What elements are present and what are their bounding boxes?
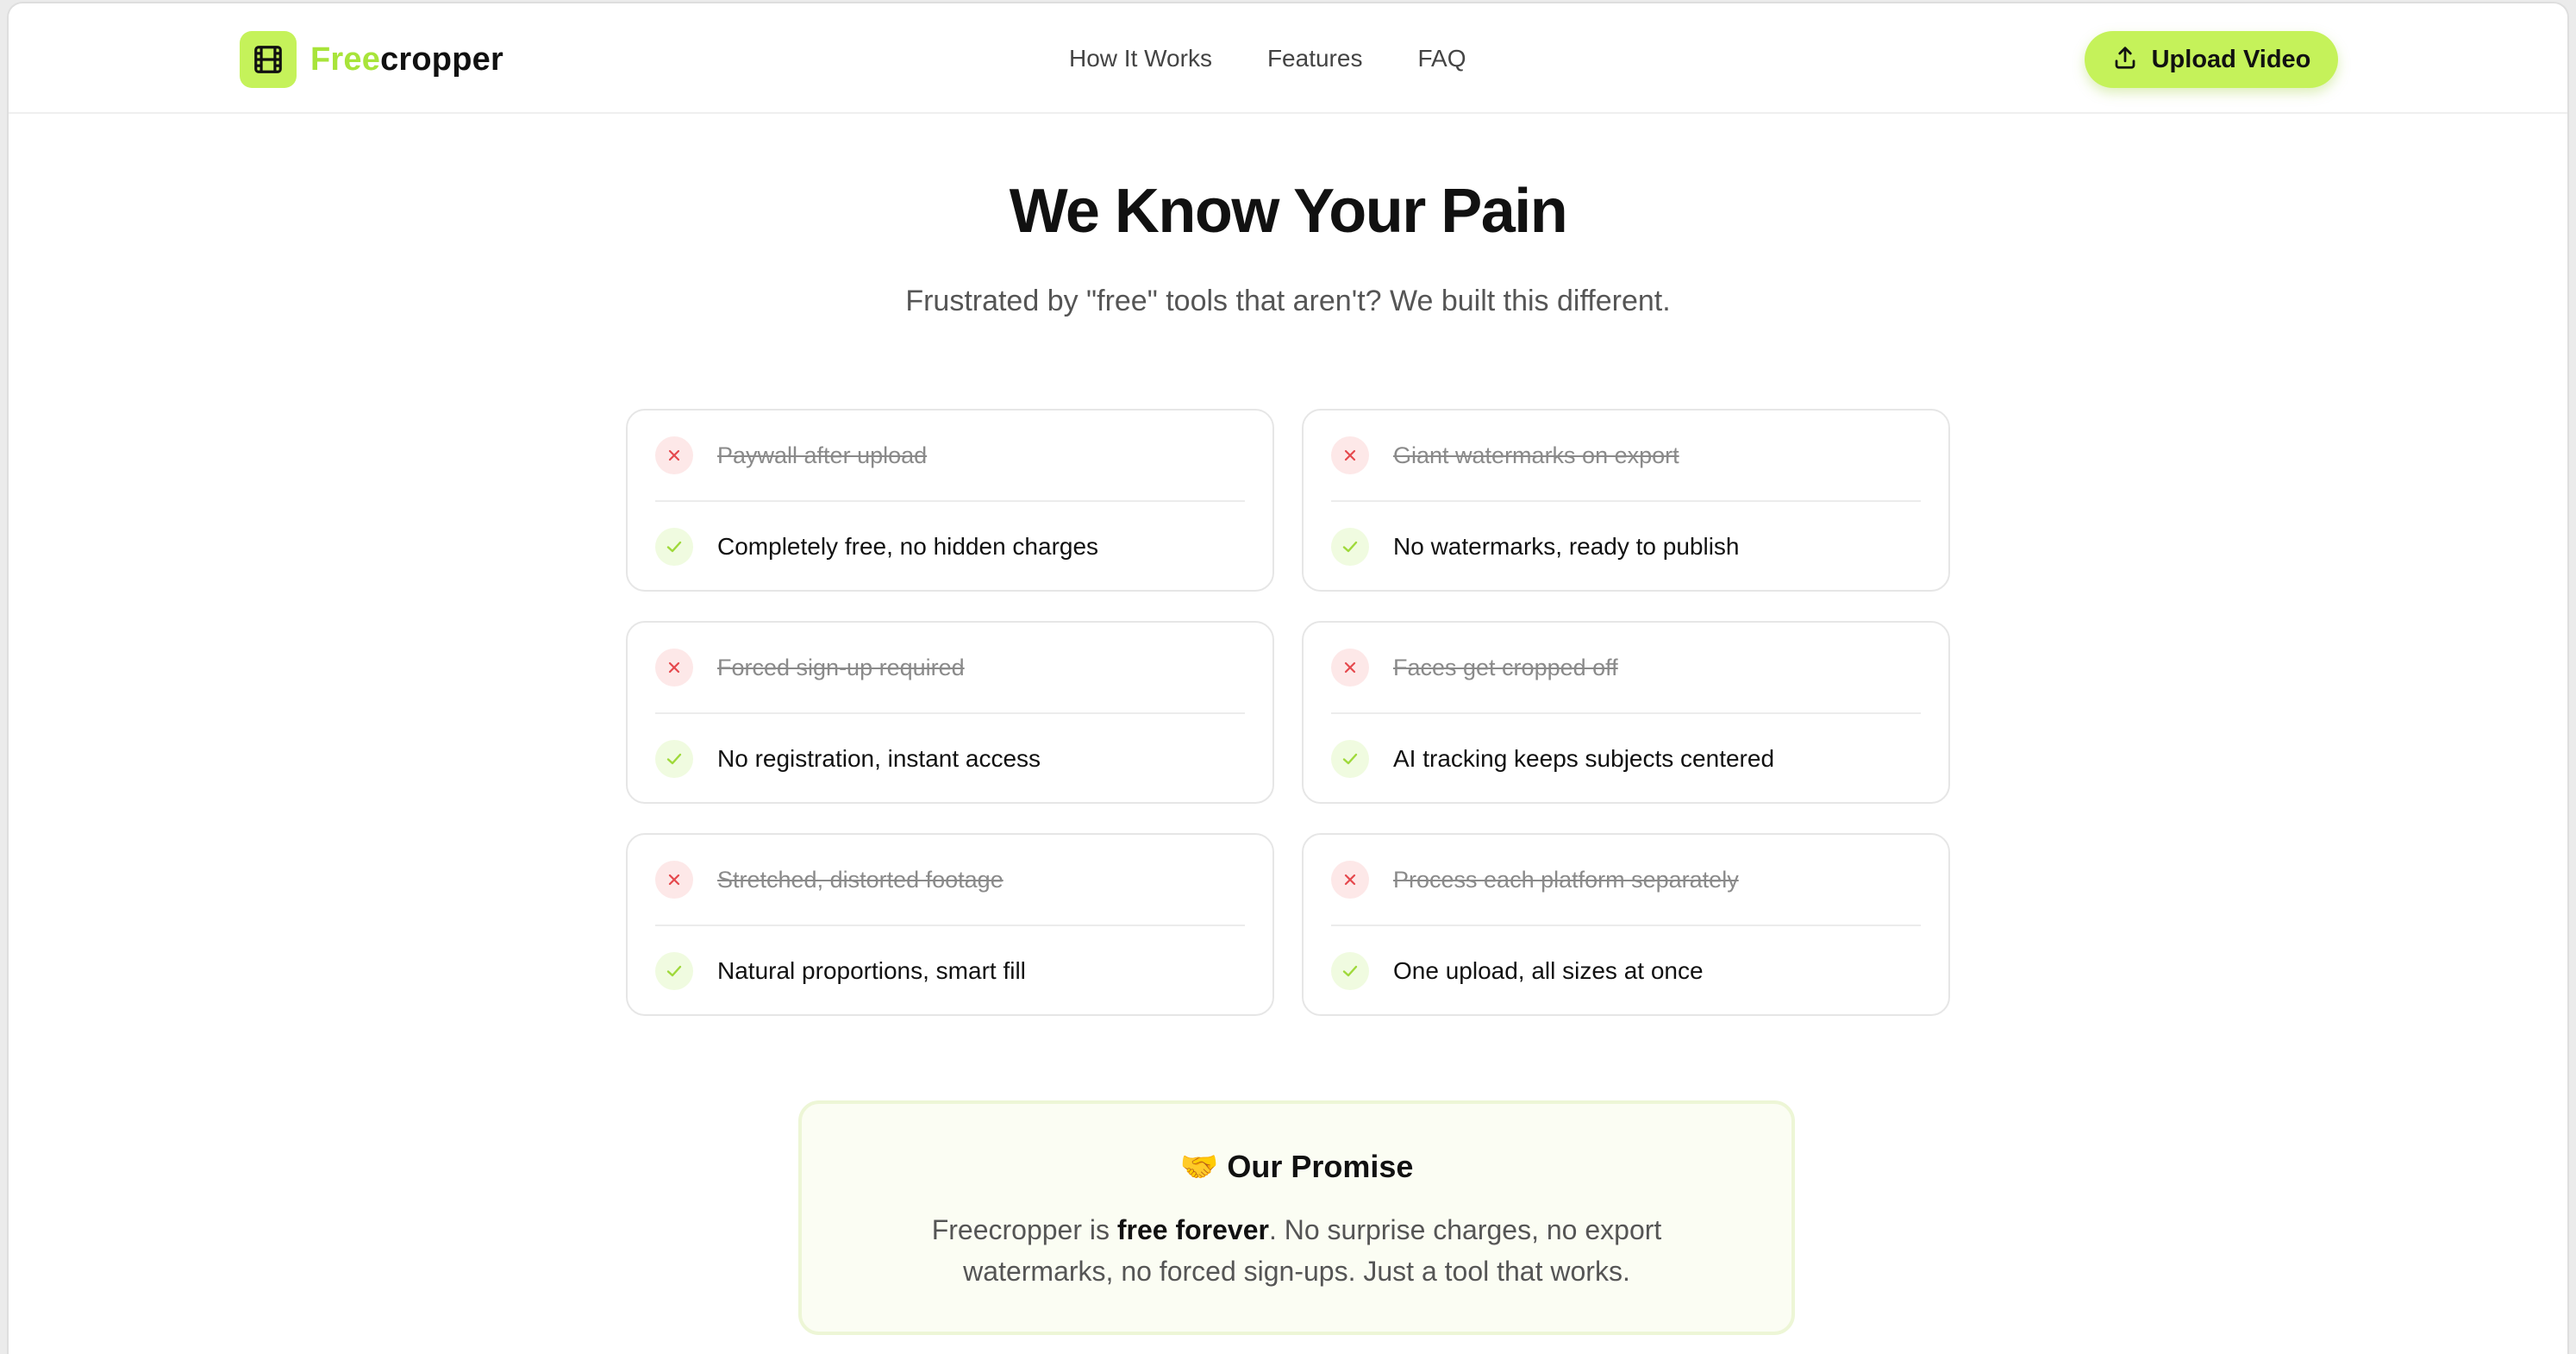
nav-faq[interactable]: FAQ xyxy=(1417,45,1466,72)
problem-row: Process each platform separately xyxy=(1331,835,1921,926)
solution-row: One upload, all sizes at once xyxy=(1331,926,1921,1016)
comparison-card: Giant watermarks on export No watermarks… xyxy=(1302,409,1950,592)
site-header: Freecropper How It Works Features FAQ Up… xyxy=(9,3,2567,114)
comparison-card: Faces get cropped off AI tracking keeps … xyxy=(1302,621,1950,804)
upload-video-label: Upload Video xyxy=(2151,45,2311,73)
solution-text: AI tracking keeps subjects centered xyxy=(1393,745,1775,772)
comparison-card: Forced sign-up required No registration,… xyxy=(626,621,1274,804)
nav-features[interactable]: Features xyxy=(1267,45,1363,72)
solution-text: One upload, all sizes at once xyxy=(1393,957,1704,984)
page-title: We Know Your Pain xyxy=(1009,177,1568,246)
upload-video-button[interactable]: Upload Video xyxy=(2085,31,2338,88)
problem-row: Giant watermarks on export xyxy=(1331,411,1921,502)
check-icon xyxy=(655,952,693,990)
nav-how-it-works[interactable]: How It Works xyxy=(1069,45,1212,72)
check-icon xyxy=(1331,528,1369,566)
promise-body-bold: free forever xyxy=(1116,1214,1269,1245)
check-icon xyxy=(1331,740,1369,778)
problem-text: Faces get cropped off xyxy=(1393,654,1618,680)
pain-points-grid: Paywall after upload Completely free, no… xyxy=(626,409,1950,1016)
handshake-icon: 🤝 xyxy=(1179,1149,1219,1184)
main-nav: How It Works Features FAQ xyxy=(1069,3,1466,114)
promise-title: 🤝 Our Promise xyxy=(802,1149,1791,1185)
film-icon xyxy=(240,31,297,88)
check-icon xyxy=(655,528,693,566)
solution-row: No watermarks, ready to publish xyxy=(1331,502,1921,592)
problem-text: Forced sign-up required xyxy=(717,654,965,680)
promise-body-start: Freecropper is xyxy=(931,1214,1117,1245)
promise-title-text: Our Promise xyxy=(1227,1149,1414,1184)
problem-text: Stretched, distorted footage xyxy=(717,866,1004,893)
x-icon xyxy=(655,436,693,474)
upload-icon xyxy=(2112,45,2138,75)
solution-text: No registration, instant access xyxy=(717,745,1041,772)
problem-row: Faces get cropped off xyxy=(1331,623,1921,714)
solution-text: Natural proportions, smart fill xyxy=(717,957,1026,984)
comparison-card: Stretched, distorted footage Natural pro… xyxy=(626,833,1274,1016)
promise-body: Freecropper is free forever. No surprise… xyxy=(909,1209,1685,1292)
x-icon xyxy=(655,861,693,899)
check-icon xyxy=(655,740,693,778)
x-icon xyxy=(655,649,693,686)
problem-row: Forced sign-up required xyxy=(655,623,1245,714)
solution-text: No watermarks, ready to publish xyxy=(1393,533,1740,560)
problem-row: Stretched, distorted footage xyxy=(655,835,1245,926)
brand-name: Freecropper xyxy=(310,41,503,78)
comparison-card: Process each platform separately One upl… xyxy=(1302,833,1950,1016)
promise-box: 🤝 Our Promise Freecropper is free foreve… xyxy=(798,1100,1795,1335)
brand-logo[interactable]: Freecropper xyxy=(240,31,503,88)
solution-row: Completely free, no hidden charges xyxy=(655,502,1245,592)
browser-window: Freecropper How It Works Features FAQ Up… xyxy=(7,2,2569,1354)
check-icon xyxy=(1331,952,1369,990)
solution-row: AI tracking keeps subjects centered xyxy=(1331,714,1921,804)
x-icon xyxy=(1331,649,1369,686)
solution-text: Completely free, no hidden charges xyxy=(717,533,1099,560)
problem-text: Process each platform separately xyxy=(1393,866,1739,893)
page-subtitle: Frustrated by "free" tools that aren't? … xyxy=(905,285,1671,317)
problem-text: Giant watermarks on export xyxy=(1393,442,1679,468)
problem-row: Paywall after upload xyxy=(655,411,1245,502)
brand-name-free: Free xyxy=(310,41,381,78)
solution-row: No registration, instant access xyxy=(655,714,1245,804)
comparison-card: Paywall after upload Completely free, no… xyxy=(626,409,1274,592)
solution-row: Natural proportions, smart fill xyxy=(655,926,1245,1016)
x-icon xyxy=(1331,436,1369,474)
problem-text: Paywall after upload xyxy=(717,442,928,468)
x-icon xyxy=(1331,861,1369,899)
brand-name-rest: cropper xyxy=(380,41,503,78)
